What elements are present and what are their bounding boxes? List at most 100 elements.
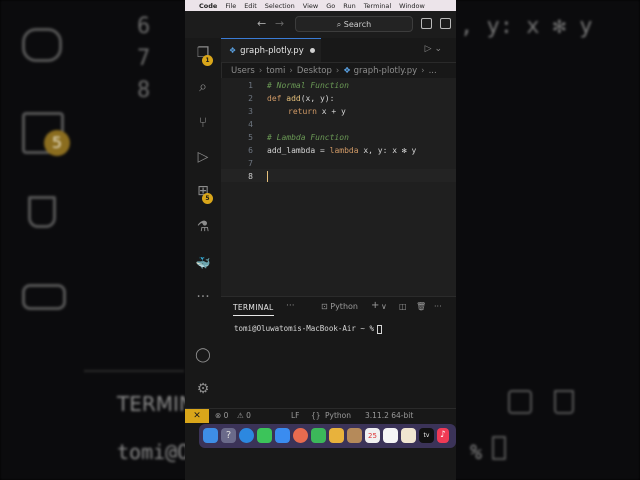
search-icon[interactable]: ⌕ — [194, 78, 212, 96]
run-debug-icon[interactable]: ▷ — [194, 148, 212, 166]
breadcrumb-tomi[interactable]: tomi — [266, 66, 285, 76]
function-name: add — [286, 94, 301, 103]
split-terminal-icon[interactable]: ◫ — [399, 302, 407, 311]
account-icon[interactable]: ◯ — [194, 346, 212, 364]
code-editor[interactable]: 1 2 3 4 5 6 7 8 # Normal Function def ad… — [221, 78, 456, 296]
breadcrumb-desktop[interactable]: Desktop — [297, 66, 332, 76]
terminal-prompt: tomi@Oluwatomis-MacBook-Air ~ % — [234, 324, 374, 333]
python-file-icon: ❖ — [229, 46, 237, 55]
trash-icon[interactable]: 🗑 — [416, 302, 426, 311]
bg-docker-icon — [22, 284, 66, 310]
menu-run[interactable]: Run — [343, 2, 355, 10]
command-center-search[interactable]: ⌕ Search — [295, 16, 413, 32]
breadcrumb-users[interactable]: Users — [231, 66, 255, 76]
panel-more-icon[interactable]: ··· — [286, 301, 295, 311]
keyword-return: return — [288, 107, 317, 116]
finder-icon[interactable] — [203, 428, 218, 443]
photos-icon[interactable] — [293, 428, 308, 443]
forward-arrow-icon[interactable]: → — [275, 17, 284, 30]
menu-terminal[interactable]: Terminal — [364, 2, 391, 10]
editor-tabs: ❖ graph-plotly.py ▷ ⌄ — [221, 38, 456, 63]
menu-file[interactable]: File — [225, 2, 236, 10]
language-mode[interactable]: Python — [325, 409, 351, 423]
testing-icon[interactable]: ⚗ — [194, 218, 212, 236]
breadcrumb-file[interactable]: graph-plotly.py — [354, 66, 418, 76]
calendar-icon[interactable]: 25 — [365, 428, 380, 443]
breadcrumb-sep: › — [289, 66, 293, 76]
remote-icon[interactable]: ✕ — [185, 409, 209, 423]
breadcrumb-more[interactable]: ... — [429, 66, 437, 76]
warnings-count[interactable]: ⚠ 0 — [237, 409, 251, 423]
music-icon[interactable]: ♪ — [437, 428, 449, 443]
python-terminal-selector[interactable]: ⊡ Python — [321, 302, 358, 311]
eol-indicator[interactable]: LF — [291, 409, 300, 423]
code-line-2: def add(x, y): — [267, 94, 334, 103]
breadcrumb-sep: › — [421, 66, 425, 76]
back-arrow-icon[interactable]: ← — [257, 17, 266, 30]
function-params: (x, y): — [300, 94, 335, 103]
bottom-panel: TERMINAL ··· ⊡ Python + ∨ ◫ 🗑 ··· tomi@O… — [221, 296, 456, 409]
bg-divider — [84, 370, 184, 372]
menu-window[interactable]: Window — [399, 2, 425, 10]
breadcrumb: Users › tomi › Desktop › ❖ graph-plotly.py ›... — [231, 64, 451, 78]
braces-icon: {} — [311, 411, 321, 420]
run-python-icon[interactable]: ▷ ⌄ — [425, 44, 442, 54]
line-number: 3 — [248, 107, 253, 116]
new-terminal-icon[interactable]: + — [371, 300, 379, 311]
explorer-badge: 1 — [202, 55, 213, 66]
bg-line-number: 6 — [137, 14, 151, 39]
bg-line-number: 8 — [137, 78, 151, 103]
line-number: 5 — [248, 133, 253, 142]
calendar-day: 25 — [368, 432, 377, 440]
text-cursor — [267, 171, 268, 182]
menu-view[interactable]: View — [303, 2, 318, 10]
python-interpreter[interactable]: 3.11.2 64-bit — [365, 409, 413, 423]
menubar-app-name[interactable]: Code — [199, 2, 217, 10]
contacts-icon[interactable] — [347, 428, 362, 443]
notes-icon[interactable] — [329, 428, 344, 443]
toggle-sidebar-icon[interactable] — [421, 18, 432, 29]
lambda-body: x, y: x ✻ y — [358, 146, 417, 155]
errors-count[interactable]: ⊗ 0 — [215, 409, 228, 423]
menu-go[interactable]: Go — [326, 2, 335, 10]
facetime-icon[interactable] — [311, 428, 326, 443]
mail-icon[interactable] — [275, 428, 290, 443]
panel-overflow-icon[interactable]: ··· — [434, 302, 442, 311]
tab-label: graph-plotly.py — [240, 46, 304, 56]
menu-selection[interactable]: Selection — [265, 2, 295, 10]
code-line-1: # Normal Function — [267, 81, 349, 90]
activity-bar: ❐ 1 ⌕ ⑂ ▷ ⊞ 5 ⚗ 🐳 ··· ◯ ⚙ — [185, 38, 222, 408]
docker-icon[interactable]: 🐳 — [194, 254, 212, 272]
help-icon[interactable]: ? — [221, 428, 236, 443]
tab-terminal[interactable]: TERMINAL — [233, 303, 274, 316]
freeform-icon[interactable] — [401, 428, 416, 443]
lambda-variable: add_lambda = — [267, 146, 330, 155]
breadcrumb-sep: › — [258, 66, 263, 76]
settings-gear-icon[interactable]: ⚙ — [194, 380, 212, 398]
bg-terminal-label: TERMIN — [117, 392, 194, 416]
tv-icon[interactable]: tv — [419, 428, 434, 443]
terminal-output[interactable]: tomi@Oluwatomis-MacBook-Air ~ % — [234, 324, 382, 334]
search-icon: ⌕ — [336, 20, 344, 29]
macos-dock: ? 25 tv ♪ — [199, 424, 456, 448]
terminal-dropdown-icon[interactable]: ∨ — [381, 302, 387, 311]
bg-split-icon — [508, 390, 532, 414]
menu-edit[interactable]: Edit — [244, 2, 257, 10]
status-bar: ✕ ⊗ 0 ⚠ 0 LF {} Python 3.11.2 64-bit — [185, 408, 456, 423]
extensions-badge: 5 — [202, 193, 213, 204]
return-expression: x + y — [316, 107, 346, 116]
more-icon[interactable]: ··· — [194, 288, 212, 306]
tab-graph-plotly[interactable]: ❖ graph-plotly.py — [221, 38, 321, 62]
bg-terminal-prompt: tomi@O — [117, 440, 190, 464]
bg-code-fragment: , y: x ✻ y — [460, 14, 593, 39]
messages-icon[interactable] — [257, 428, 272, 443]
line-number: 7 — [248, 159, 253, 168]
bg-prompt-tail: % — [470, 440, 483, 464]
reminders-icon[interactable] — [383, 428, 398, 443]
code-line-6: add_lambda = lambda x, y: x ✻ y — [267, 146, 416, 155]
toggle-panel-icon[interactable] — [440, 18, 451, 29]
safari-icon[interactable] — [239, 428, 254, 443]
source-control-icon[interactable]: ⑂ — [194, 114, 212, 132]
vscode-window: Code File Edit Selection View Go Run Ter… — [185, 0, 456, 480]
line-number: 6 — [248, 146, 253, 155]
